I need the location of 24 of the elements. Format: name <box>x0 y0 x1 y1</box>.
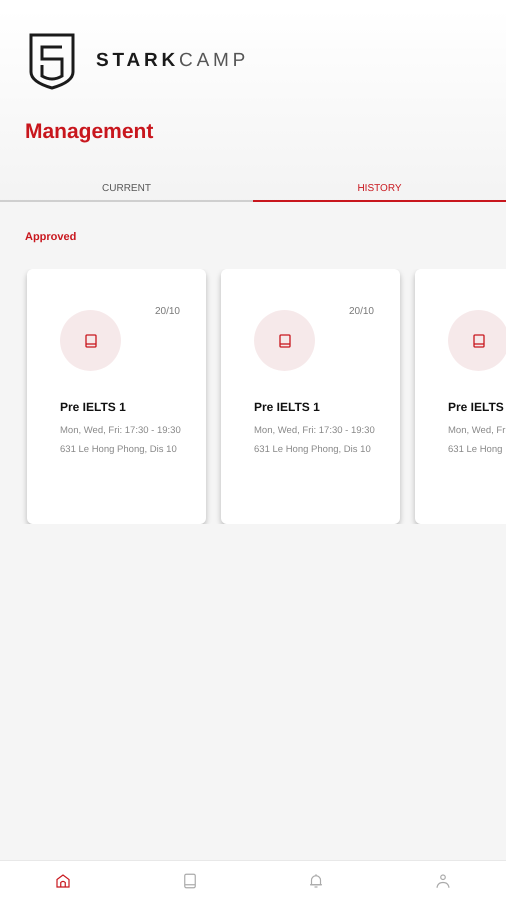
tab[interactable]: HISTORY <box>253 178 506 202</box>
brand-name: STARK <box>96 48 180 73</box>
address-text: 631 Le Hong Phong, Dis 10 <box>254 443 372 458</box>
address-text: 631 Le Hong Phong, Dis 10 <box>60 443 178 458</box>
address-text: 631 Le Hong <box>448 443 504 458</box>
schedule-text: Mon, Wed, Fri: 17:30 - 19:30 <box>254 424 376 438</box>
date-label: 20/10 <box>348 305 374 319</box>
class-name: Pre IELTS <box>448 399 505 416</box>
class-card[interactable]: Pre IELTS Mon, Wed, Fr 631 Le Hong <box>415 269 506 524</box>
date-label: 20/10 <box>154 305 180 319</box>
page-title: Management <box>24 119 154 145</box>
class-name: Pre IELTS 1 <box>60 399 127 416</box>
tab[interactable]: CURRENT <box>0 178 253 202</box>
book-icon <box>82 332 98 348</box>
book-icon <box>470 332 486 348</box>
book-icon <box>276 332 292 348</box>
brand-name-suffix: CAMP <box>179 48 250 73</box>
class-card[interactable]: 20/10 Pre IELTS 1 Mon, Wed, Fri: 17:30 - 19:30 631 Le Hong Phong, Dis 10 <box>27 269 206 524</box>
class-card[interactable]: 20/10 Pre IELTS 1 Mon, Wed, Fri: 17:30 - 19:30 631 Le Hong Phong, Dis 10 <box>221 269 400 524</box>
section-label: Approved <box>24 230 78 244</box>
shield-logo-icon <box>28 32 76 90</box>
schedule-text: Mon, Wed, Fr <box>448 424 506 438</box>
class-name: Pre IELTS 1 <box>254 399 321 416</box>
schedule-text: Mon, Wed, Fri: 17:30 - 19:30 <box>60 424 182 438</box>
